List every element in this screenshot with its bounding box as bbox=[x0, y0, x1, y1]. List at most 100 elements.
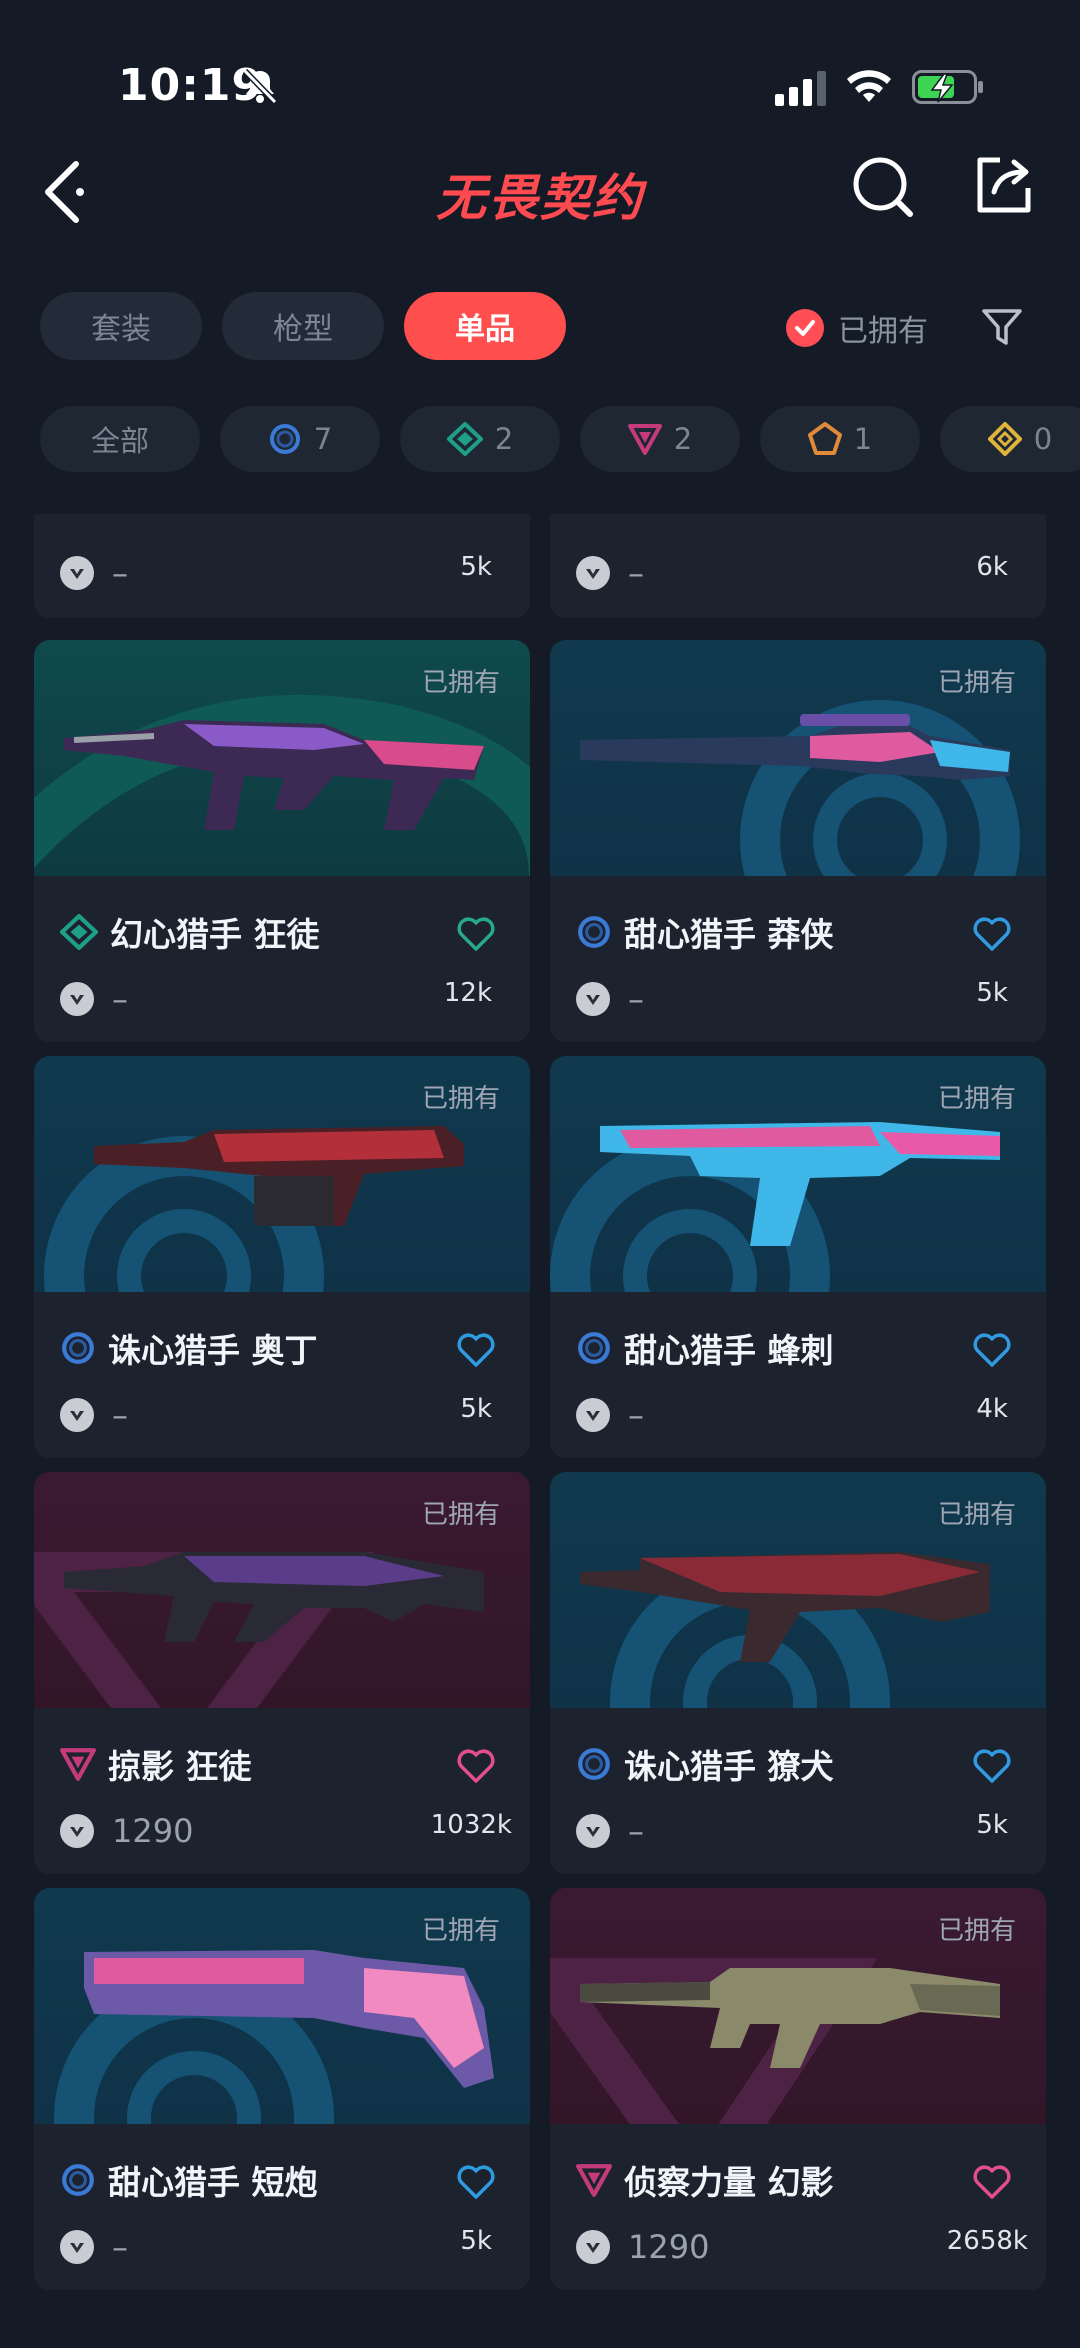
weapon-marshal-image bbox=[580, 714, 1010, 780]
skin-name: 幻心猎手 狂徒 bbox=[110, 915, 320, 954]
skin-price: – bbox=[628, 980, 644, 1018]
favorite-count: 12k bbox=[443, 978, 492, 1008]
bell-muted-icon bbox=[242, 68, 278, 105]
skin-name: 掠影 狂徒 bbox=[108, 1747, 252, 1786]
skin-name: 甜心猎手 莽侠 bbox=[624, 915, 834, 954]
favorite-count: 1032k bbox=[430, 1810, 512, 1840]
tier-filter-chips: 全部 7 2 2 1 0 bbox=[40, 406, 1080, 472]
select-tier-icon bbox=[62, 2164, 94, 2196]
select-tier-icon bbox=[578, 1332, 610, 1364]
share-icon[interactable] bbox=[970, 152, 1036, 218]
skin-card-partial[interactable]: – 6k bbox=[550, 514, 1046, 618]
category-tabs: 套装 枪型 单品 bbox=[40, 292, 566, 360]
heart-icon[interactable] bbox=[972, 2164, 1012, 2200]
skin-name: 诛心猎手 奥丁 bbox=[108, 1331, 318, 1370]
skin-card[interactable]: 已拥有 甜心猎手 短炮 – 5k bbox=[34, 1888, 530, 2290]
skin-image: 已拥有 bbox=[550, 1888, 1046, 2124]
status-bar: 10:19 bbox=[0, 0, 1080, 130]
chip-ultra-tier[interactable]: 0 bbox=[940, 406, 1080, 472]
weapon-vandal-image bbox=[64, 1552, 484, 1642]
skin-card[interactable]: 已拥有 甜心猎手 莽侠 – 5k bbox=[550, 640, 1046, 1042]
tab-weapon-type[interactable]: 枪型 bbox=[222, 292, 384, 360]
vp-currency-icon bbox=[576, 1814, 610, 1848]
skin-card[interactable]: 已拥有 甜心猎手 蜂刺 – 4k bbox=[550, 1056, 1046, 1458]
chip-deluxe-tier[interactable]: 2 bbox=[400, 406, 560, 472]
skin-image: 已拥有 bbox=[34, 1472, 530, 1708]
weapon-shorty-image bbox=[84, 1950, 494, 2088]
skin-card[interactable]: 已拥有 诛心猎手 獠犬 – 5k bbox=[550, 1472, 1046, 1874]
heart-icon[interactable] bbox=[456, 1748, 496, 1784]
battery-charging-icon bbox=[912, 70, 983, 104]
top-nav-bar: 无畏契约 bbox=[0, 140, 1080, 260]
favorite-count: 2658k bbox=[946, 2226, 1028, 2256]
owned-filter-toggle[interactable]: 已拥有 bbox=[786, 306, 928, 350]
vp-currency-icon bbox=[576, 982, 610, 1016]
skin-price: – bbox=[628, 1396, 644, 1434]
deluxe-tier-icon bbox=[60, 914, 98, 950]
skin-card[interactable]: 已拥有 掠影 狂徒 1290 1032k bbox=[34, 1472, 530, 1874]
vp-currency-icon bbox=[60, 982, 94, 1016]
heart-icon[interactable] bbox=[456, 2164, 496, 2200]
vp-currency-icon bbox=[60, 556, 94, 590]
vp-currency-icon bbox=[576, 1398, 610, 1432]
skin-card-partial[interactable]: – 5k bbox=[34, 514, 530, 618]
vp-currency-icon bbox=[60, 2230, 94, 2264]
ultra-tier-icon bbox=[987, 422, 1022, 456]
skin-image: 已拥有 bbox=[34, 1056, 530, 1292]
weapon-vandal-image bbox=[64, 720, 484, 830]
premium-tier-icon bbox=[627, 424, 662, 455]
skin-price: 1290 bbox=[112, 1812, 194, 1850]
premium-tier-icon bbox=[576, 2164, 612, 2197]
vp-currency-icon bbox=[576, 556, 610, 590]
heart-icon[interactable] bbox=[972, 916, 1012, 952]
heart-icon[interactable] bbox=[456, 1332, 496, 1368]
skin-name: 甜心猎手 蜂刺 bbox=[624, 1331, 834, 1370]
select-tier-icon bbox=[62, 1332, 94, 1364]
skin-name: 诛心猎手 獠犬 bbox=[624, 1747, 834, 1786]
select-tier-icon bbox=[578, 916, 610, 948]
heart-icon[interactable] bbox=[972, 1332, 1012, 1368]
cellular-signal-icon bbox=[775, 71, 826, 106]
chip-exclusive-tier[interactable]: 1 bbox=[760, 406, 920, 472]
skin-image: 已拥有 bbox=[34, 640, 530, 876]
vp-currency-icon bbox=[60, 1814, 94, 1848]
chip-all[interactable]: 全部 bbox=[40, 406, 200, 472]
favorite-count: 5k bbox=[460, 552, 492, 582]
favorite-count: 5k bbox=[976, 978, 1008, 1008]
skin-image: 已拥有 bbox=[550, 1056, 1046, 1292]
weapon-phantom-image bbox=[580, 1968, 1000, 2068]
wifi-icon bbox=[847, 70, 891, 102]
skin-image: 已拥有 bbox=[550, 1472, 1046, 1708]
chip-premium-tier[interactable]: 2 bbox=[580, 406, 740, 472]
filter-icon[interactable] bbox=[980, 305, 1024, 349]
weapon-odin-image bbox=[94, 1126, 464, 1226]
tab-single-item[interactable]: 单品 bbox=[404, 292, 566, 360]
vp-currency-icon bbox=[60, 1398, 94, 1432]
premium-tier-icon bbox=[60, 1748, 96, 1781]
weapon-stinger-image bbox=[600, 1122, 1000, 1246]
favorite-count: 6k bbox=[976, 552, 1008, 582]
skin-price: – bbox=[112, 980, 128, 1018]
checkbox-checked-icon[interactable] bbox=[786, 309, 824, 347]
skin-name: 甜心猎手 短炮 bbox=[108, 2163, 318, 2202]
skin-card[interactable]: 已拥有 诛心猎手 奥丁 – 5k bbox=[34, 1056, 530, 1458]
skin-image: 已拥有 bbox=[550, 640, 1046, 876]
skin-card[interactable]: 已拥有 侦察力量 幻影 1290 2658k bbox=[550, 1888, 1046, 2290]
search-icon[interactable] bbox=[850, 154, 916, 220]
exclusive-tier-icon bbox=[807, 422, 842, 455]
chip-select-tier[interactable]: 7 bbox=[220, 406, 380, 472]
heart-icon[interactable] bbox=[456, 916, 496, 952]
tab-bundle[interactable]: 套装 bbox=[40, 292, 202, 360]
heart-icon[interactable] bbox=[972, 1748, 1012, 1784]
favorite-count: 5k bbox=[460, 2226, 492, 2256]
skin-card[interactable]: 已拥有 幻心猎手 狂徒 – 12k bbox=[34, 640, 530, 1042]
select-tier-icon bbox=[269, 424, 300, 454]
weapon-bulldog-image bbox=[580, 1552, 990, 1662]
skin-name: 侦察力量 幻影 bbox=[624, 2163, 834, 2202]
skin-price: – bbox=[112, 2228, 128, 2266]
skin-image: 已拥有 bbox=[34, 1888, 530, 2124]
skin-price: – bbox=[112, 1396, 128, 1434]
skin-price: – bbox=[628, 1812, 644, 1850]
skin-grid: – 5k – 6k 已拥有 幻心猎手 狂徒 – 12k 已拥有 甜心猎手 莽侠 … bbox=[34, 514, 1046, 2348]
skin-price: 1290 bbox=[628, 2228, 710, 2266]
